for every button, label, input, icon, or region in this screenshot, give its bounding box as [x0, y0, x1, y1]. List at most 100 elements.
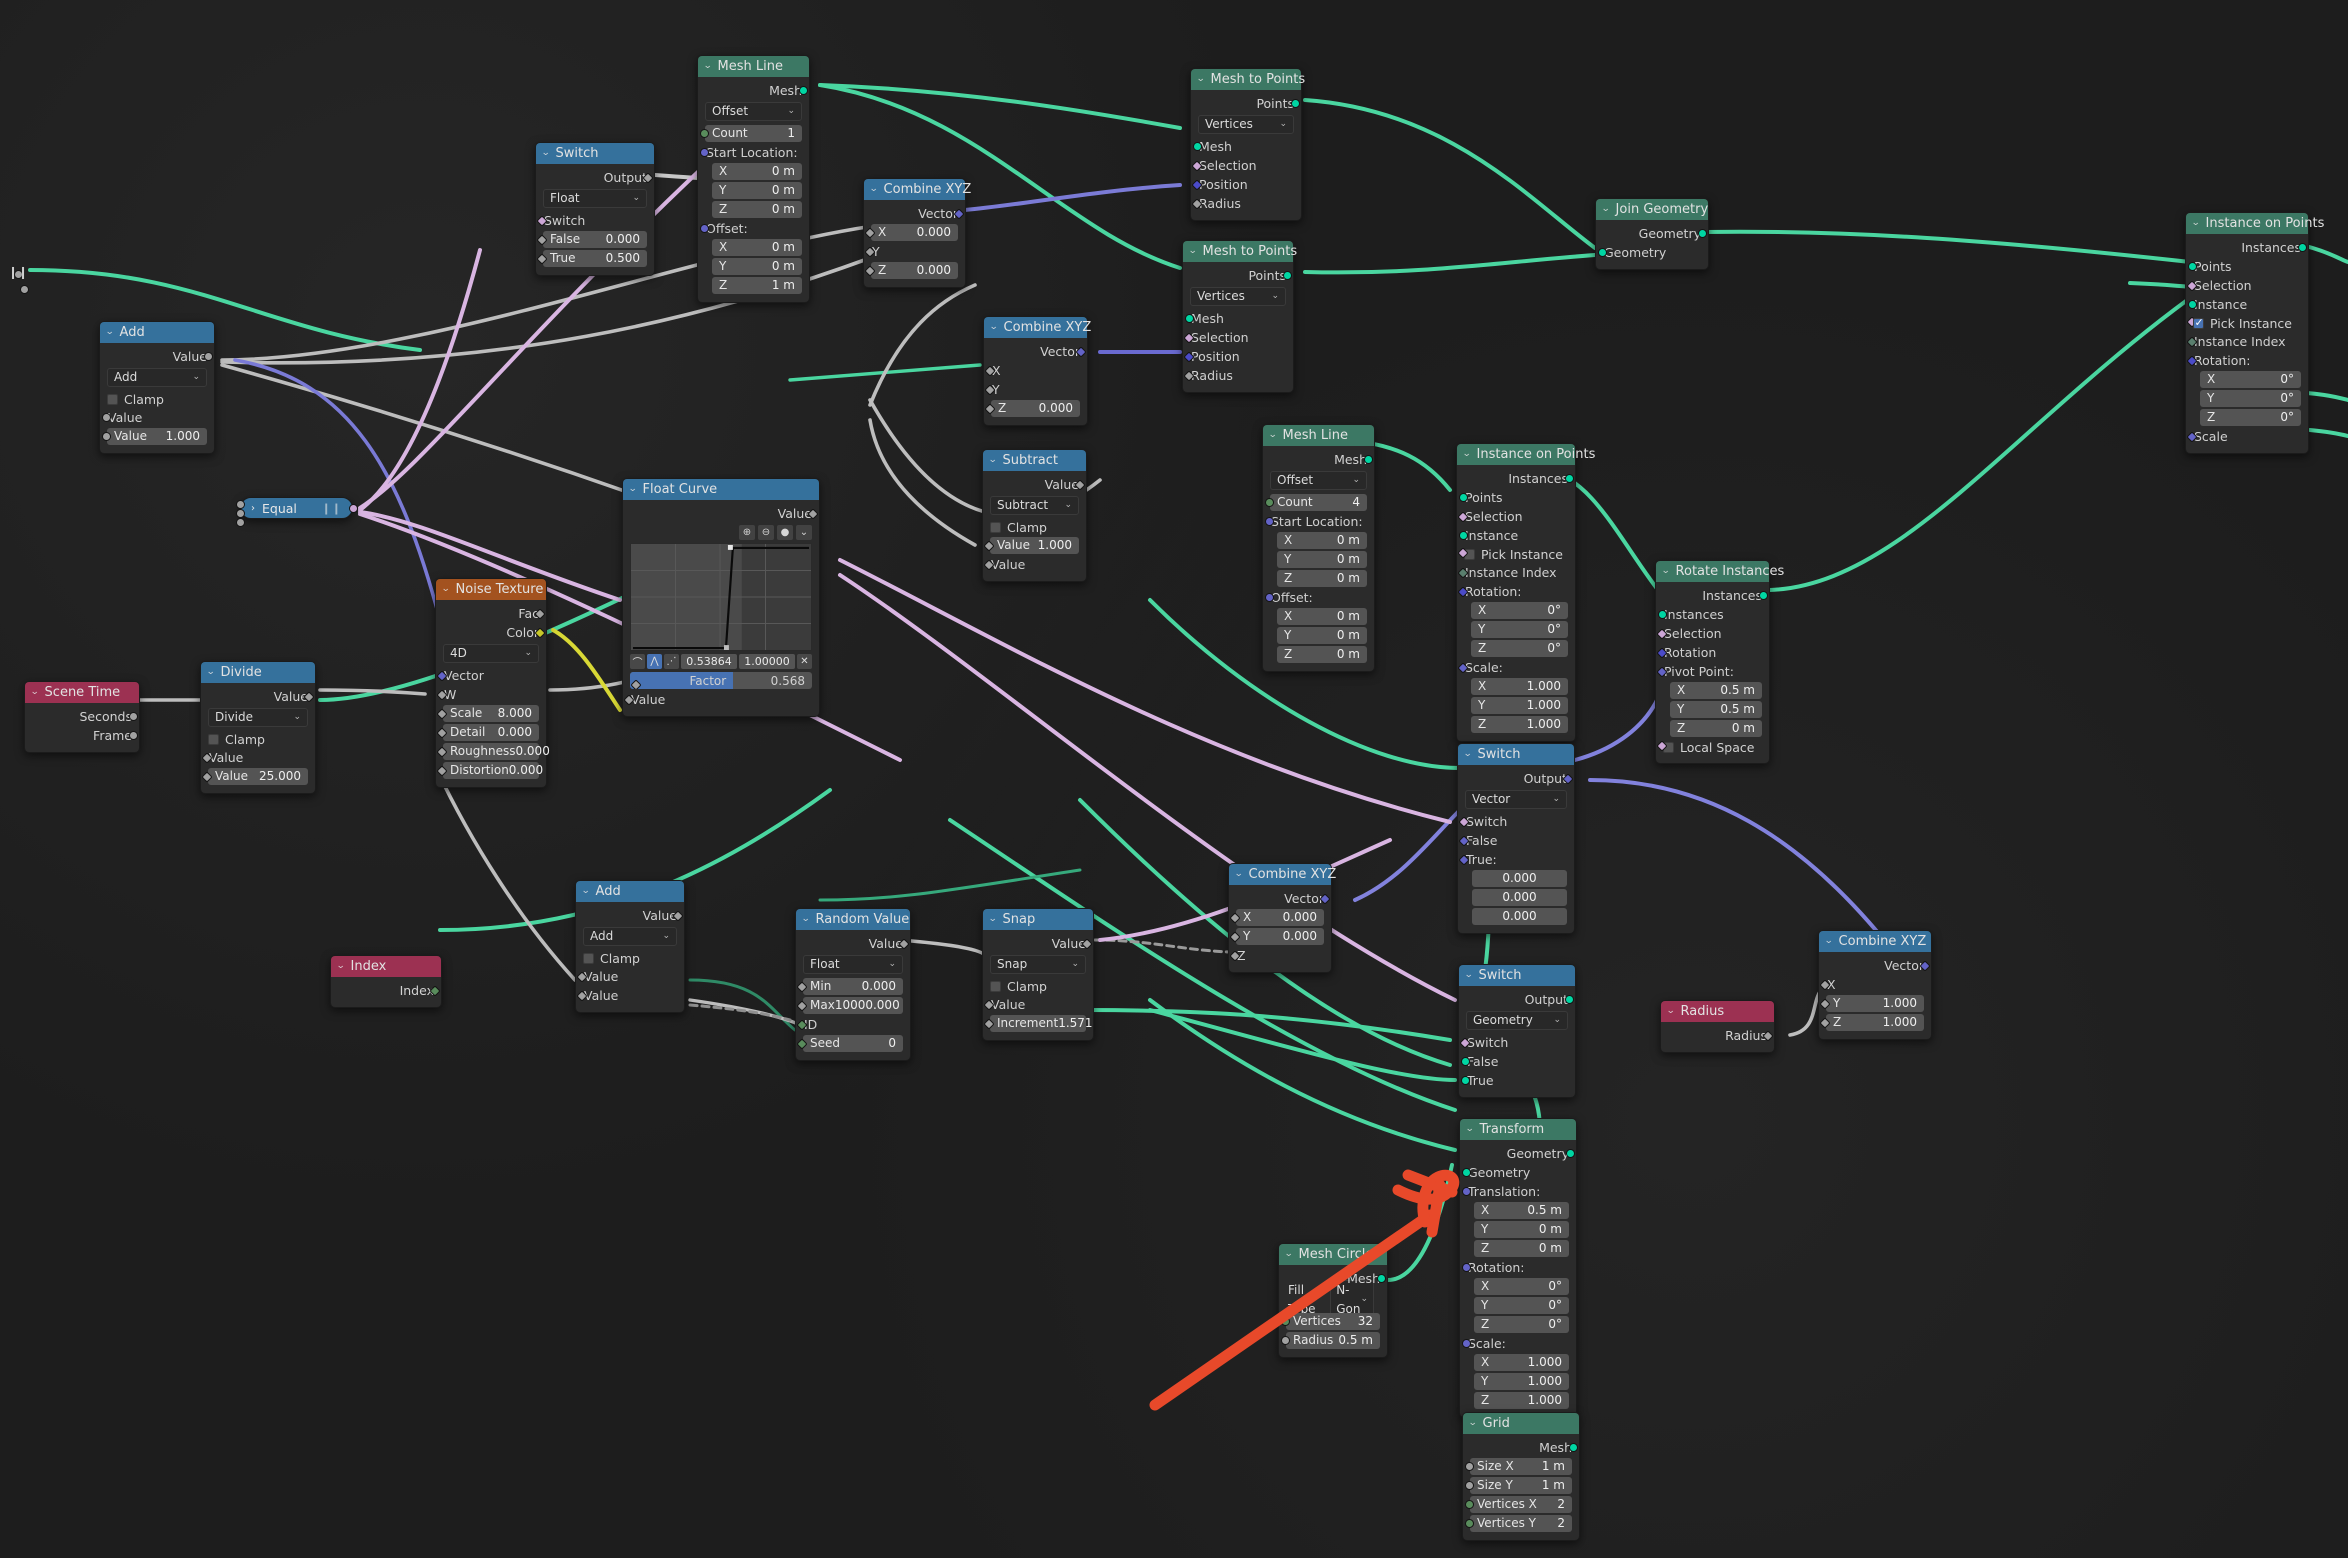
collapse-caret-icon[interactable]: ⌄ — [1196, 69, 1205, 90]
input-socket[interactable] — [1229, 911, 1241, 924]
collapse-caret-icon[interactable]: ⌄ — [441, 579, 450, 600]
collapse-caret-icon[interactable]: ⌄ — [1268, 425, 1277, 446]
field-vertices-x[interactable]: Vertices X2 — [1464, 1496, 1572, 1513]
node-combine-xyz-mid[interactable]: ⌄ Combine XYZ Vector X Y Z 0.000 — [983, 316, 1091, 426]
field-scale-y[interactable]: Y 1.000 — [1474, 1373, 1569, 1390]
input-socket[interactable] — [1597, 248, 1607, 257]
output-socket[interactable] — [1564, 995, 1574, 1004]
checkbox-pick-instance[interactable]: Pick Instance — [2186, 315, 2301, 331]
field-radius[interactable]: Radius 0.5 m — [1280, 1332, 1380, 1349]
node-editor-canvas[interactable]: ⌄ Switch Output Float ⌄ Switch False 0.000 — [0, 0, 2348, 1558]
input-socket[interactable] — [1461, 1263, 1471, 1272]
field-scale-z[interactable]: Z 1.000 — [1474, 1392, 1569, 1409]
input-socket[interactable] — [1280, 1336, 1290, 1345]
node-join-geometry[interactable]: ⌄ Join Geometry Geometry Geometry — [1595, 198, 1709, 270]
field-start-y[interactable]: Y0 m — [712, 182, 802, 199]
node-header[interactable]: ⌄ Radius — [1661, 1001, 1774, 1022]
collapse-caret-icon[interactable]: ⌄ — [1464, 965, 1473, 986]
input-socket[interactable] — [1184, 314, 1194, 323]
input-socket[interactable] — [1464, 1519, 1474, 1528]
node-header[interactable]: ⌄ Index — [331, 956, 441, 977]
field-true-x[interactable]: 0.000 — [1472, 870, 1567, 887]
field-offset-y[interactable]: Y0 m — [712, 258, 802, 275]
type-dropdown[interactable]: Geometry ⌄ — [1466, 1011, 1568, 1030]
curve-toolbar[interactable]: ⊕ ⊖ ● ⌄ — [630, 525, 812, 540]
node-header[interactable]: ⌄ Combine XYZ — [1229, 864, 1336, 885]
node-combine-xyz-low[interactable]: ⌄ Combine XYZ Vector X 0.000 Y 0.000 Z — [1228, 863, 1336, 973]
node-mesh-line-mid[interactable]: ⌄ Mesh Line Mesh Offset ⌄ Count 4 Start Lo… — [1262, 424, 1375, 672]
input-socket[interactable] — [796, 980, 808, 993]
fill-type-dropdown[interactable]: Fill Type N-Gon ⌄ — [1286, 1279, 1380, 1320]
field-rot-y[interactable]: Y 0° — [1471, 621, 1568, 638]
output-socket[interactable] — [1758, 591, 1768, 600]
input-socket[interactable] — [236, 500, 245, 509]
checkbox-icon[interactable] — [583, 952, 594, 964]
input-socket[interactable] — [864, 264, 876, 277]
field-roughness[interactable]: Roughness 0.000 — [436, 743, 550, 760]
curve-point-x[interactable]: 0.53864 — [681, 654, 737, 669]
field-y[interactable]: Y 1.000 — [1819, 995, 1924, 1012]
checkbox-icon[interactable] — [2193, 316, 2204, 329]
input-socket[interactable] — [436, 745, 448, 758]
input-socket[interactable] — [984, 402, 996, 415]
dimension-dropdown[interactable]: 4D ⌄ — [443, 644, 539, 663]
field-rot-x[interactable]: X 0° — [1474, 1278, 1569, 1295]
collapse-caret-icon[interactable]: ⌄ — [988, 909, 997, 930]
input-socket[interactable] — [1464, 1481, 1474, 1490]
checkbox-local-space[interactable]: Local Space — [1656, 739, 1762, 755]
checkbox-icon[interactable] — [990, 521, 1001, 533]
field-true[interactable]: True 0.500 — [536, 250, 647, 267]
checkbox-clamp[interactable]: Clamp — [208, 731, 308, 747]
input-socket[interactable] — [1819, 1016, 1831, 1029]
input-socket[interactable] — [536, 233, 548, 246]
input-socket[interactable] — [236, 518, 245, 527]
zoom-out-icon[interactable]: ⊖ — [758, 525, 774, 540]
mode-dropdown[interactable]: Offset ⌄ — [1270, 471, 1367, 490]
field-trans-z[interactable]: Z0 m — [1474, 1240, 1569, 1257]
input-socket[interactable] — [1460, 1076, 1470, 1085]
output-socket[interactable] — [1376, 1274, 1386, 1283]
field-trans-x[interactable]: X 0.5 m — [1474, 1202, 1569, 1219]
node-add-bottom[interactable]: ⌄ Add Value Add ⌄ Clamp Value Value — [575, 880, 685, 1013]
output-socket[interactable] — [2297, 243, 2307, 252]
curve-point-controls[interactable]: ⌒ ⋀ ⋰ 0.53864 1.00000 ✕ — [630, 654, 812, 669]
node-header[interactable]: ⌄ Combine XYZ — [984, 317, 1091, 338]
slider-factor[interactable]: Factor 0.568 — [630, 672, 812, 689]
node-random-value[interactable]: ⌄ Random Value Value Float ⌄ Min 0.000 Max… — [795, 908, 911, 1061]
collapse-caret-icon[interactable]: ⌄ — [2191, 213, 2200, 234]
node-header[interactable]: ⌄ Divide — [201, 662, 315, 683]
field-vertices[interactable]: Vertices 32 — [1280, 1313, 1380, 1330]
collapse-caret-icon[interactable]: ⌄ — [581, 881, 590, 902]
field-x[interactable]: X 0.000 — [1229, 909, 1324, 926]
node-switch-float[interactable]: ⌄ Switch Output Float ⌄ Switch False 0.000 — [535, 142, 655, 276]
node-header[interactable]: ⌄ Grid — [1463, 1413, 1579, 1434]
output-socket[interactable] — [1697, 229, 1707, 238]
node-instance-on-points-right[interactable]: ⌄ Instance on Points Instances Points Se… — [2185, 212, 2324, 454]
output-socket[interactable] — [20, 285, 29, 294]
field-y[interactable]: Y 0.000 — [1229, 928, 1324, 945]
collapse-caret-icon[interactable]: ⌄ — [1468, 1413, 1477, 1434]
input-socket[interactable] — [1280, 1317, 1290, 1326]
delete-point-icon[interactable]: ✕ — [797, 654, 812, 669]
node-mesh-to-points-2[interactable]: ⌄ Mesh to Points Points Vertices ⌄ Mesh S… — [1182, 240, 1297, 393]
input-socket[interactable] — [436, 726, 448, 739]
node-header[interactable]: ⌄ Noise Texture — [436, 579, 546, 600]
field-offset-x[interactable]: X0 m — [1277, 608, 1367, 625]
field-z[interactable]: Z 0.000 — [864, 262, 958, 279]
field-rot-x[interactable]: X 0° — [1471, 602, 1568, 619]
node-header[interactable]: ⌄ Switch — [536, 143, 654, 164]
input-socket[interactable] — [1464, 1462, 1474, 1471]
input-socket[interactable] — [699, 129, 709, 138]
output-socket[interactable] — [1290, 99, 1300, 108]
curve-point-y[interactable]: 1.00000 — [739, 654, 795, 669]
output-socket[interactable] — [203, 352, 213, 361]
input-socket[interactable] — [1264, 498, 1274, 507]
mode-dropdown[interactable]: Vertices ⌄ — [1198, 115, 1294, 134]
output-socket[interactable] — [128, 731, 138, 740]
field-value[interactable]: Value 1.000 — [101, 428, 207, 445]
input-socket[interactable] — [1458, 493, 1468, 502]
node-header[interactable]: ⌄ Combine XYZ — [1819, 931, 1931, 952]
input-socket[interactable] — [2187, 300, 2197, 309]
node-header[interactable]: ⌄ Random Value — [796, 909, 910, 930]
node-switch-geometry[interactable]: ⌄ Switch Output Geometry ⌄ Switch False T… — [1458, 964, 1576, 1098]
